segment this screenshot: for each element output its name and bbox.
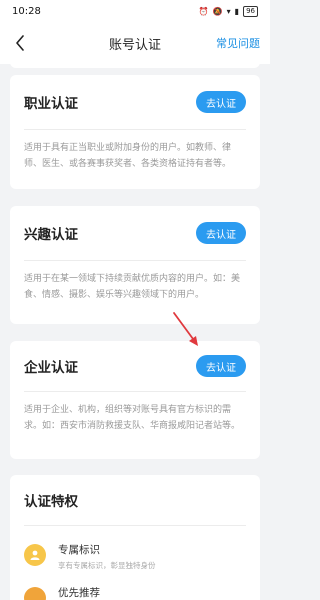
card-title: 企业认证 xyxy=(24,360,78,376)
card-top-remnant xyxy=(10,58,260,68)
card-interest: 兴趣认证 去认证 适用于在某一领域下持续贡献优质内容的用户。如：美食、情感、摄影… xyxy=(10,206,260,324)
certify-button-enterprise[interactable]: 去认证 xyxy=(196,355,246,377)
user-badge-icon xyxy=(24,544,46,566)
annotation-arrow-icon xyxy=(173,312,198,346)
certify-button-interest[interactable]: 去认证 xyxy=(196,222,246,244)
back-arrow-icon[interactable] xyxy=(10,32,30,54)
card-title: 职业认证 xyxy=(24,96,78,112)
alarm-icon: ⏰ xyxy=(198,6,209,16)
mute-icon: 🔕 xyxy=(212,6,223,16)
status-icons: ⏰ 🔕 ▾ ▮ 96 xyxy=(198,5,258,17)
faq-link[interactable]: 常见问题 xyxy=(216,35,260,51)
page-title: 账号认证 xyxy=(108,37,161,53)
privilege-item: 专属标识 享有专属标识，彰显独特身份 xyxy=(10,542,260,571)
privilege-item: 优先推荐 xyxy=(10,585,260,600)
card-professional: 职业认证 去认证 适用于具有正当职业或附加身份的用户。如教师、律师、医生、或各赛… xyxy=(10,75,260,189)
signal-icon: ▮ xyxy=(234,6,240,16)
card-enterprise: 企业认证 去认证 适用于企业、机构，组织等对账号具有官方标识的需求。如：西安市消… xyxy=(10,341,260,459)
certify-button-professional[interactable]: 去认证 xyxy=(196,91,246,113)
card-description: 适用于企业、机构，组织等对账号具有官方标识的需求。如：西安市消防救援支队、华商报… xyxy=(24,405,241,431)
privilege-title: 优先推荐 xyxy=(58,587,100,599)
privileges-title: 认证特权 xyxy=(24,494,78,510)
divider xyxy=(24,525,246,526)
card-description: 适用于具有正当职业或附加身份的用户。如教师、律师、医生、或各赛事获奖者、各类资格… xyxy=(24,143,232,169)
privileges-card: 认证特权 专属标识 享有专属标识，彰显独特身份 优先推荐 xyxy=(10,475,260,600)
privilege-subtitle: 享有专属标识，彰显独特身份 xyxy=(58,561,156,570)
wifi-icon: ▾ xyxy=(226,6,231,16)
battery-icon: 96 xyxy=(243,5,258,17)
status-time: 10:28 xyxy=(12,5,41,17)
card-description: 适用于在某一领域下持续贡献优质内容的用户。如：美食、情感、摄影、娱乐等兴趣领域下… xyxy=(24,274,241,300)
recommend-icon xyxy=(24,587,46,600)
status-bar: 10:28 ⏰ 🔕 ▾ ▮ 96 xyxy=(0,0,270,22)
privilege-title: 专属标识 xyxy=(58,544,100,556)
card-title: 兴趣认证 xyxy=(24,227,78,243)
